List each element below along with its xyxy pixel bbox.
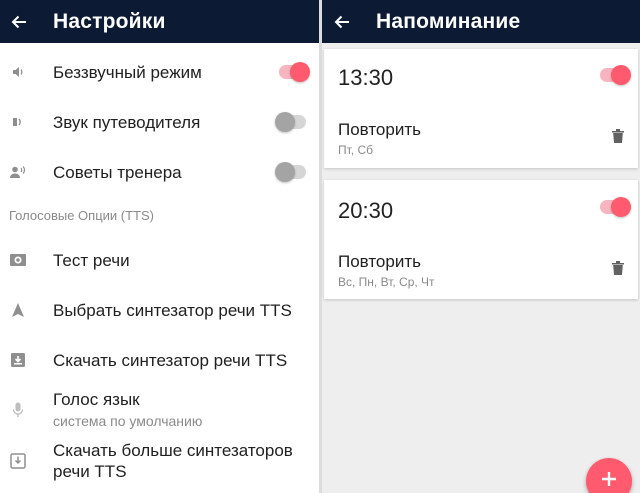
- reminder-time[interactable]: 13:30: [338, 65, 393, 91]
- settings-appbar: Настройки: [0, 0, 319, 43]
- download-more-row[interactable]: Скачать больше синтезаторов речи TTS: [0, 438, 319, 484]
- silent-mode-row[interactable]: Беззвучный режим: [0, 55, 319, 89]
- speech-test-icon: [9, 251, 27, 269]
- guide-sound-icon: [9, 113, 27, 131]
- settings-panel: Настройки Беззвучный режим Звук путеводи…: [0, 0, 319, 493]
- plus-icon: [601, 471, 617, 492]
- reminder-panel: Напоминание 13:30 Повторить Пт, Сб 20:30…: [322, 0, 640, 493]
- delete-trash-icon[interactable]: [610, 259, 626, 277]
- download-tray-icon: [9, 452, 27, 470]
- reminder-toggle[interactable]: [600, 197, 631, 217]
- repeat-days: Пт, Сб: [338, 143, 373, 157]
- page-title: Напоминание: [376, 9, 521, 33]
- guide-sound-label: Звук путеводителя: [53, 113, 201, 132]
- add-reminder-button[interactable]: [586, 458, 632, 493]
- coach-tips-toggle[interactable]: [275, 162, 306, 182]
- silent-mode-label: Беззвучный режим: [53, 63, 202, 82]
- guide-sound-row[interactable]: Звук путеводителя: [0, 105, 319, 139]
- choose-tts-row[interactable]: Выбрать синтезатор речи TTS: [0, 293, 319, 327]
- repeat-days: Вс, Пн, Вт, Ср, Чт: [338, 275, 435, 289]
- voice-language-value: система по умолчанию: [53, 413, 203, 429]
- speech-test-label: Тест речи: [53, 251, 130, 270]
- download-more-label-line2: речи TTS: [53, 462, 127, 481]
- back-arrow-icon[interactable]: [332, 12, 352, 32]
- voice-language-label: Голос язык: [53, 390, 140, 409]
- silent-mode-toggle[interactable]: [279, 62, 310, 82]
- reminder-appbar: Напоминание: [322, 0, 640, 43]
- voice-language-row[interactable]: Голос язык система по умолчанию: [0, 388, 319, 432]
- reminder-card[interactable]: 20:30 Повторить Вс, Пн, Вт, Ср, Чт: [324, 180, 638, 299]
- page-title: Настройки: [53, 9, 166, 33]
- microphone-icon: [9, 401, 27, 419]
- back-arrow-icon[interactable]: [9, 12, 29, 32]
- download-more-label-line1: Скачать больше синтезаторов: [53, 441, 293, 460]
- download-tts-row[interactable]: Скачать синтезатор речи TTS: [0, 343, 319, 377]
- navigation-arrow-icon: [9, 301, 27, 319]
- choose-tts-label: Выбрать синтезатор речи TTS: [53, 301, 292, 320]
- download-box-icon: [9, 351, 27, 369]
- guide-sound-toggle[interactable]: [275, 112, 306, 132]
- coach-voice-icon: [9, 163, 27, 181]
- tts-section-header: Голосовые Опции (TTS): [9, 208, 154, 223]
- reminder-time[interactable]: 20:30: [338, 198, 393, 224]
- repeat-label[interactable]: Повторить: [338, 120, 421, 140]
- coach-tips-row[interactable]: Советы тренера: [0, 155, 319, 189]
- delete-trash-icon[interactable]: [610, 127, 626, 145]
- speaker-icon: [9, 63, 27, 81]
- speech-test-row[interactable]: Тест речи: [0, 243, 319, 277]
- reminder-card[interactable]: 13:30 Повторить Пт, Сб: [324, 49, 638, 168]
- repeat-label[interactable]: Повторить: [338, 252, 421, 272]
- download-tts-label: Скачать синтезатор речи TTS: [53, 351, 288, 370]
- coach-tips-label: Советы тренера: [53, 163, 182, 182]
- reminder-toggle[interactable]: [600, 65, 631, 85]
